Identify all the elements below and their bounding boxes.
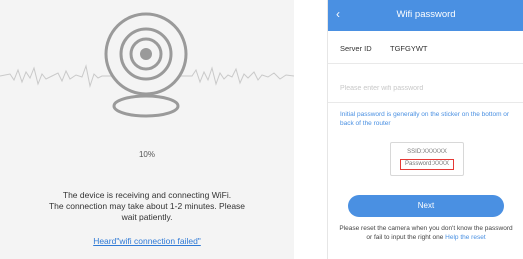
sticker-ssid-text: SSID:XXXXXX (407, 149, 447, 155)
next-button[interactable]: Next (348, 195, 504, 217)
ssid-label: Server ID (340, 44, 372, 53)
title-bar: ‹ Wifi password (328, 0, 523, 31)
router-sticker-illustration: SSID:XXXXXX Password:XXXX (390, 142, 464, 176)
connection-failed-help-link[interactable]: Heard"wifi connection failed" (0, 236, 294, 246)
sticker-password-text: Password:XXXX (400, 159, 454, 170)
ssid-value: TGFGYWT (390, 44, 428, 53)
page-title: Wifi password (396, 9, 456, 20)
wifi-password-screen: ‹ Wifi password Server ID TGFGYWT Initia… (327, 0, 523, 259)
reset-hint-text: Please reset the camera when you don't k… (339, 225, 513, 241)
password-row (328, 74, 523, 103)
webcam-icon (104, 12, 188, 118)
connecting-panel: 10% The device is receiving and connecti… (0, 0, 294, 259)
password-hint: Initial password is generally on the sti… (340, 111, 510, 127)
status-line: The connection may take about 1-2 minute… (48, 201, 246, 211)
status-line: wait patiently. (121, 212, 173, 222)
ssid-row: Server ID TGFGYWT (328, 35, 523, 64)
progress-percent: 10% (138, 150, 155, 159)
wifi-password-input[interactable] (338, 78, 518, 98)
reset-hint: Please reset the camera when you don't k… (338, 225, 514, 242)
status-line: The device is receiving and connecting W… (62, 190, 232, 200)
reset-help-link[interactable]: Help the reset (445, 234, 485, 241)
